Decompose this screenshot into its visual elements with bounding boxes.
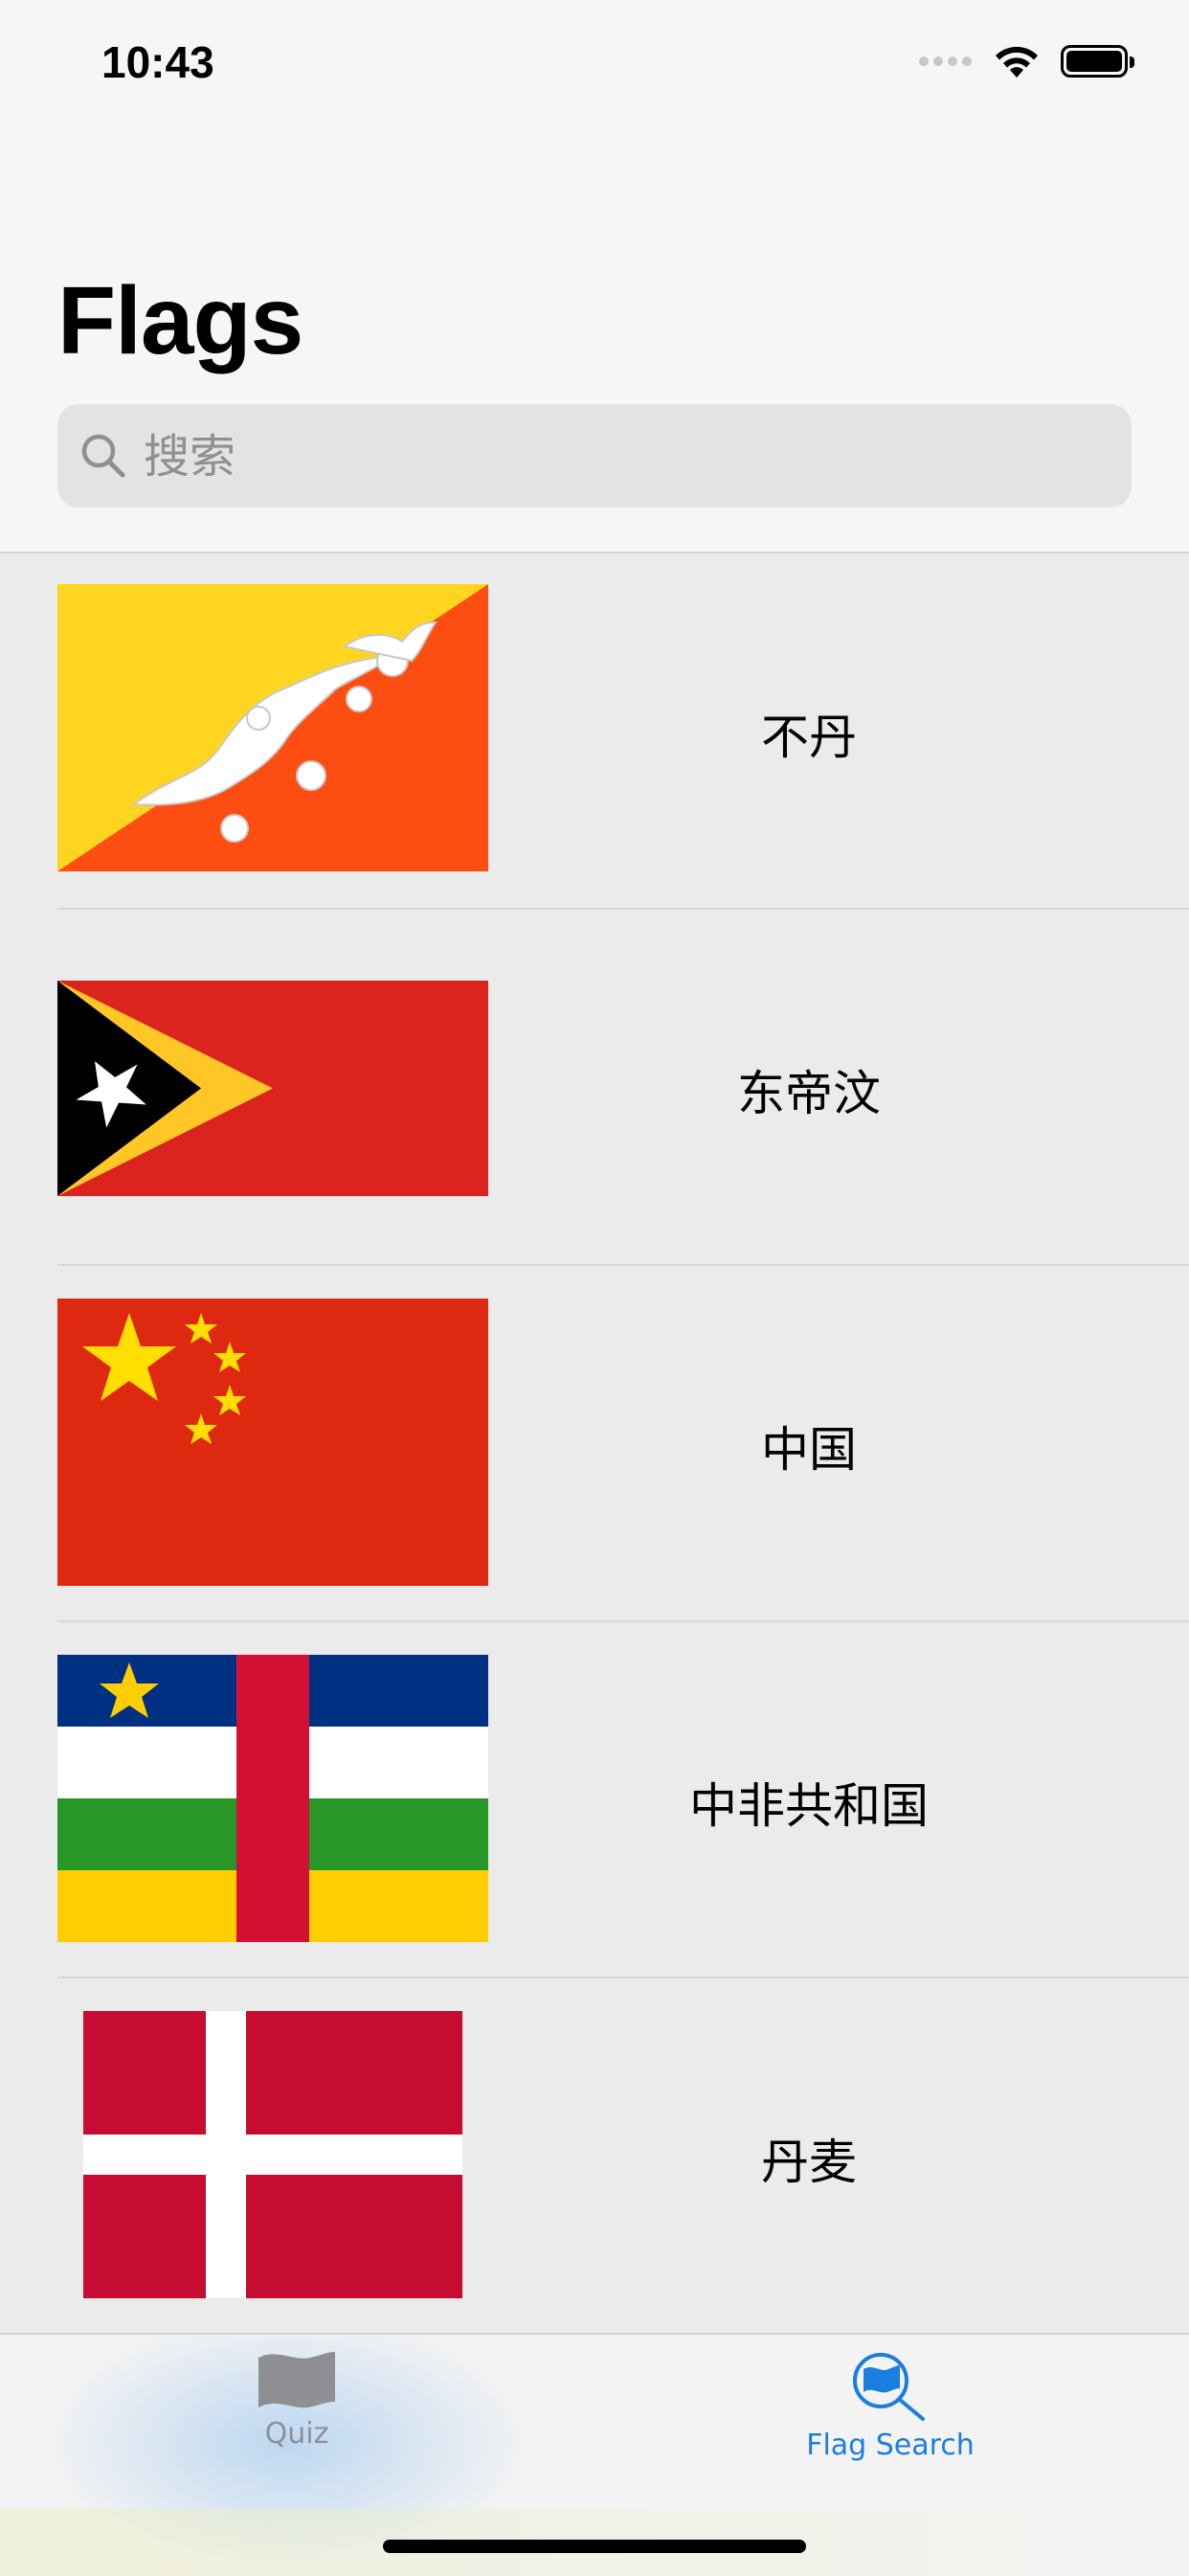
central-african-republic-flag-image	[57, 1655, 488, 1942]
timor-leste-flag-image	[57, 981, 488, 1196]
list-item[interactable]: 中国	[0, 1266, 1189, 1622]
country-name: 丹麦	[761, 2135, 857, 2190]
search-input[interactable]	[142, 423, 1103, 490]
cellular-signal-icon	[919, 56, 973, 67]
flag-icon	[258, 2352, 335, 2408]
denmark-flag-image	[83, 2011, 462, 2298]
flag-search-icon	[853, 2353, 925, 2421]
country-name: 中国	[761, 1422, 857, 1478]
search-bar[interactable]	[57, 404, 1132, 508]
tab-label-quiz: Quiz	[264, 2417, 329, 2451]
tab-label-flag-search: Flag Search	[806, 2429, 975, 2462]
search-icon	[81, 434, 125, 478]
battery-icon	[1061, 45, 1134, 78]
status-time: 10:43	[101, 37, 214, 87]
list-item[interactable]: 东帝汶	[0, 910, 1189, 1266]
page-title: Flags	[57, 267, 303, 374]
list-item[interactable]: 不丹	[0, 554, 1189, 910]
tab-flag-search[interactable]: Flag Search	[747, 2350, 1034, 2494]
navigation-header: 10:43 Flags	[0, 0, 1189, 554]
wifi-icon	[996, 46, 1038, 78]
country-name: 中非共和国	[689, 1778, 929, 1834]
tab-quiz[interactable]: Quiz	[153, 2350, 440, 2494]
status-icons	[919, 42, 1134, 80]
list-item[interactable]: 丹麦	[0, 1978, 1189, 2335]
country-list: 不丹 东帝汶 中国 中非共和国 丹麦	[0, 554, 1189, 2335]
country-name: 东帝汶	[737, 1066, 881, 1121]
home-indicator[interactable]	[383, 2540, 806, 2553]
china-flag-image	[57, 1299, 488, 1586]
bhutan-flag-image	[57, 584, 488, 871]
country-name: 不丹	[761, 710, 857, 765]
list-item[interactable]: 中非共和国	[0, 1622, 1189, 1978]
